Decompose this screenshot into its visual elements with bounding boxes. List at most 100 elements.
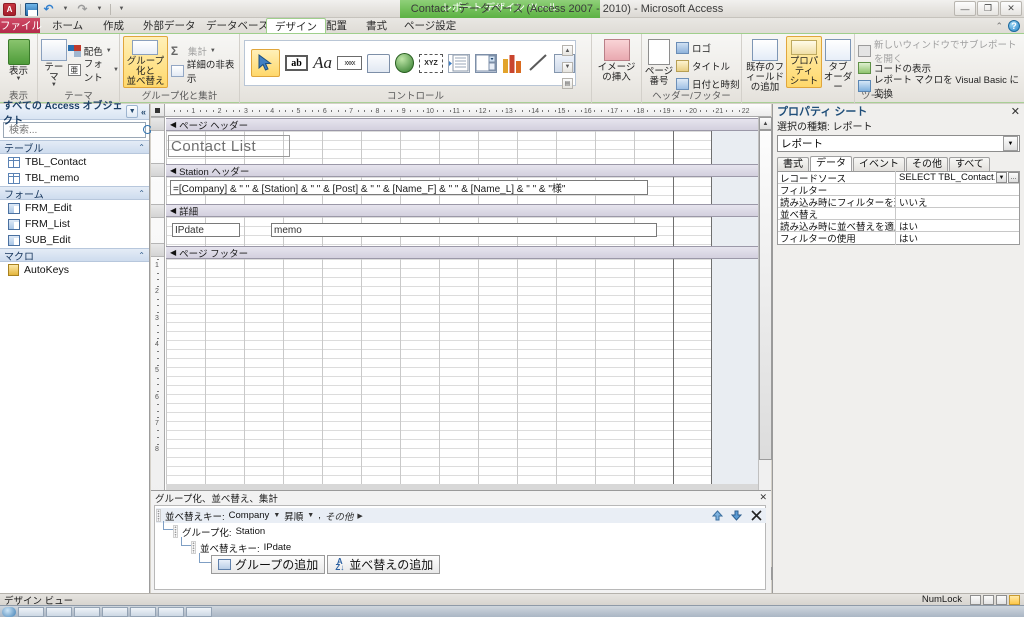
taskbar-item[interactable]: [186, 607, 212, 617]
undo-icon[interactable]: ↶: [41, 2, 56, 17]
search-input[interactable]: [7, 124, 143, 137]
hide-details-button[interactable]: 詳細の非表示: [171, 62, 239, 79]
group-row-field[interactable]: Station: [236, 526, 266, 537]
nav-group-macros[interactable]: マクロ ⌃: [0, 248, 149, 262]
list-box-icon[interactable]: [448, 54, 470, 73]
order-dropdown-icon[interactable]: ▼: [307, 512, 314, 519]
memo-textbox[interactable]: memo: [271, 223, 657, 237]
taskbar-item[interactable]: [158, 607, 184, 617]
redo-dropdown-icon[interactable]: ▼: [92, 2, 107, 17]
tab-arrange[interactable]: 配置: [318, 18, 355, 34]
property-value[interactable]: はい: [896, 231, 1019, 245]
sort-row-order[interactable]: 昇順: [284, 509, 303, 523]
tab-format[interactable]: 書式: [777, 157, 809, 171]
search-box[interactable]: [3, 122, 146, 138]
start-orb-icon[interactable]: [2, 607, 16, 617]
collapse-pane-icon[interactable]: «: [141, 107, 146, 117]
undo-dropdown-icon[interactable]: ▼: [58, 2, 73, 17]
tab-format[interactable]: 書式: [358, 18, 395, 34]
chevron-up-icon[interactable]: ⌃: [138, 189, 145, 198]
taskbar-item[interactable]: [46, 607, 72, 617]
tab-all[interactable]: すべて: [949, 157, 990, 171]
address-expression-textbox[interactable]: =[Company] & " " & [Station] & " " & [Po…: [170, 180, 648, 195]
restore-button[interactable]: ❐: [977, 1, 999, 16]
builder-icon[interactable]: …: [1008, 172, 1019, 183]
section-body-station-header[interactable]: =[Company] & " " & [Station] & " " & [Po…: [166, 177, 759, 204]
group-sort-pane-body[interactable]: 並べ替えキー: Company ▼ 昇順 ▼ , その他 ▶: [154, 505, 766, 590]
minimize-ribbon-icon[interactable]: ⌃: [995, 21, 1003, 32]
title-button[interactable]: タイトル: [676, 57, 740, 74]
field-dropdown-icon[interactable]: ▼: [273, 512, 280, 519]
page-number-button[interactable]: ページ 番号: [644, 36, 674, 87]
taskbar-item[interactable]: [130, 607, 156, 617]
tab-page-setup[interactable]: ページ設定: [396, 18, 464, 34]
section-body-page-footer[interactable]: [166, 259, 759, 484]
colors-dropdown-icon[interactable]: ▼: [106, 48, 112, 54]
combo-box-icon[interactable]: [475, 54, 497, 73]
chevron-down-icon[interactable]: ▼: [996, 172, 1007, 183]
sort-row-field[interactable]: IPdate: [264, 542, 291, 553]
gallery-scroll-up-icon[interactable]: ▲: [562, 45, 573, 56]
tab-other[interactable]: その他: [906, 157, 948, 171]
nav-item-sub-edit[interactable]: SUB_Edit: [0, 232, 149, 248]
chevron-up-icon[interactable]: ⌃: [138, 143, 145, 152]
tab-external-data[interactable]: 外部データ: [135, 18, 204, 34]
property-sheet-button[interactable]: プロパティ シート: [786, 36, 822, 88]
line-icon[interactable]: [528, 53, 549, 73]
group-and-sort-button[interactable]: グループ化と 並べ替え: [123, 36, 168, 88]
aa-font-icon[interactable]: Aa: [313, 53, 332, 73]
redo-icon[interactable]: ↷: [75, 2, 90, 17]
controls-gallery-scrollbar[interactable]: ▲ ▼ ▤: [562, 45, 573, 89]
insert-image-button[interactable]: イメージ の挿入: [594, 36, 640, 83]
scroll-up-icon[interactable]: ▲: [759, 117, 772, 130]
minimize-button[interactable]: —: [954, 1, 976, 16]
customize-qat-icon[interactable]: ▼: [114, 2, 129, 17]
add-existing-fields-button[interactable]: 既存のフィールド の追加: [744, 36, 786, 93]
delete-icon[interactable]: [751, 510, 762, 521]
report-view-icon[interactable]: [970, 595, 981, 605]
sort-row-field[interactable]: Company: [229, 510, 270, 521]
move-up-icon[interactable]: [712, 510, 723, 521]
tab-control-icon[interactable]: [367, 54, 390, 73]
section-bar-page-footer[interactable]: ◀ ページ フッター: [166, 246, 759, 259]
print-preview-icon[interactable]: [983, 595, 994, 605]
hyperlink-globe-icon[interactable]: [395, 53, 414, 73]
view-dropdown-icon[interactable]: ▼: [16, 77, 22, 82]
property-row-allow-filters[interactable]: フィルターの使用 はい: [778, 232, 1019, 244]
object-selector-combo[interactable]: レポート ▼: [777, 135, 1020, 152]
nav-group-tables[interactable]: テーブル ⌃: [0, 140, 149, 154]
chevron-down-icon[interactable]: ▼: [126, 105, 138, 118]
nav-item-tbl-memo[interactable]: TBL_memo: [0, 170, 149, 186]
section-bar-detail[interactable]: ◀ 詳細: [166, 204, 759, 217]
view-button[interactable]: 表示 ▼: [0, 36, 37, 82]
taskbar-item[interactable]: [74, 607, 100, 617]
save-icon[interactable]: [24, 2, 39, 17]
taskbar-item[interactable]: [18, 607, 44, 617]
tab-create[interactable]: 作成: [95, 18, 132, 34]
layout-view-icon[interactable]: [996, 595, 1007, 605]
more-expand-icon[interactable]: ▶: [357, 512, 362, 520]
fonts-dropdown-icon[interactable]: ▼: [113, 67, 119, 73]
horizontal-ruler[interactable]: 12345678910111213141516171819202122: [151, 104, 771, 117]
report-selector[interactable]: [151, 104, 165, 117]
chart-icon[interactable]: [502, 53, 523, 73]
vertical-scroll-thumb[interactable]: [759, 130, 772, 460]
tab-home[interactable]: ホーム: [44, 18, 91, 34]
ipdate-textbox[interactable]: IPdate: [172, 223, 240, 237]
drag-handle-icon[interactable]: [173, 525, 178, 538]
help-icon[interactable]: ?: [1008, 20, 1020, 32]
sort-row-more[interactable]: その他: [325, 509, 354, 523]
select-arrow-icon[interactable]: [251, 49, 280, 77]
close-icon[interactable]: ✕: [759, 492, 767, 503]
design-view-icon[interactable]: [1009, 595, 1020, 605]
nav-item-frm-list[interactable]: FRM_List: [0, 216, 149, 232]
nav-item-tbl-contact[interactable]: TBL_Contact: [0, 154, 149, 170]
section-body-detail[interactable]: IPdate memo: [166, 217, 759, 246]
move-down-icon[interactable]: [731, 510, 742, 521]
report-title-label[interactable]: Contact List: [168, 135, 290, 157]
chevron-up-icon[interactable]: ⌃: [138, 251, 145, 260]
section-bar-station-header[interactable]: ◀ Station ヘッダー: [166, 164, 759, 177]
tab-order-button[interactable]: タブ オーダー: [822, 36, 854, 93]
section-bar-page-header[interactable]: ◀ ページ ヘッダー: [166, 118, 759, 131]
logo-button[interactable]: ロゴ: [676, 39, 740, 56]
